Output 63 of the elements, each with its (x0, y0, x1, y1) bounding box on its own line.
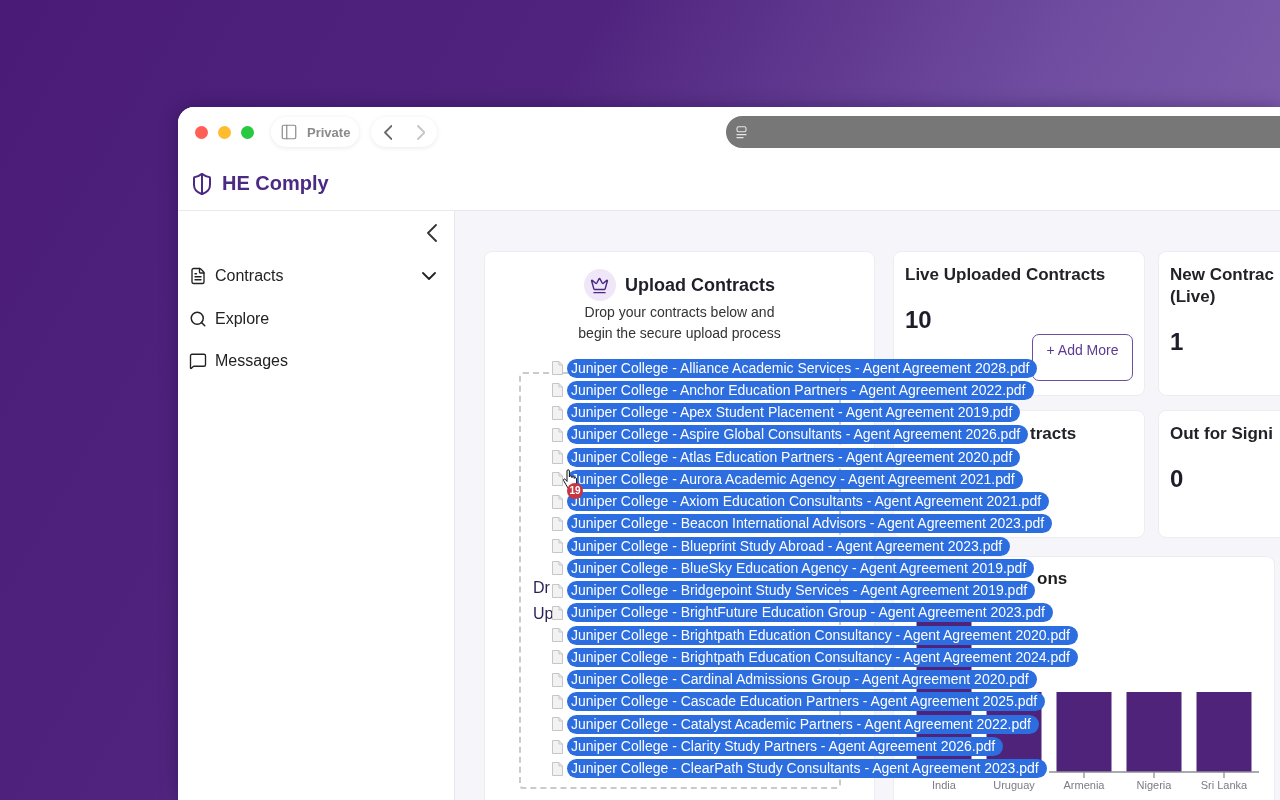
dragged-file-label: Juniper College - Clarity Study Partners - Agent Agreement 2026.pdf (567, 737, 1004, 756)
nav-item[interactable]: Explore (178, 297, 454, 340)
file-icon (552, 383, 563, 398)
file-icon (552, 717, 563, 732)
chevron-right-icon (416, 124, 426, 140)
close-window-button[interactable] (195, 125, 208, 139)
file-icon (552, 695, 563, 709)
collapse-button[interactable] (426, 223, 438, 243)
stat-title: Live Uploaded Contracts (905, 264, 1106, 286)
axis-label: Armenia (1063, 779, 1105, 791)
dragged-file-label: Juniper College - BrightFuture Education Group - Agent Agreement 2023.pdf (567, 603, 1053, 623)
stat-title: tracts (1030, 423, 1077, 445)
maximize-window-button[interactable] (241, 125, 254, 139)
axis-label: India (932, 779, 956, 791)
crown-icon (584, 269, 616, 301)
chevron-left-icon (383, 124, 393, 140)
file-icon (552, 650, 563, 665)
drop-zone-text: Dr (533, 578, 550, 598)
file-icon (552, 561, 563, 576)
minimize-window-button[interactable] (218, 125, 231, 139)
chevron-left-icon (427, 224, 437, 242)
list-icon (735, 125, 749, 139)
dragged-file-label: Juniper College - Aspire Global Consultants - Agent Agreement 2026.pdf (567, 425, 1029, 445)
file-icon (552, 761, 563, 776)
file-icon (552, 516, 563, 531)
stat-title: New Contrac (Live) (1170, 264, 1275, 308)
stat-value: 1 (1170, 328, 1184, 356)
file-icon (552, 628, 563, 643)
card-description: Drop your contracts below and begin the secure upload process (577, 303, 782, 343)
stat-title: Out for Signi (1170, 423, 1273, 445)
file-icon (552, 672, 563, 687)
document-icon (189, 267, 207, 286)
stat-value: 10 (905, 306, 932, 334)
dragged-file-label: Juniper College - ClearPath Study Consultants - Agent Agreement 2023.pdf (567, 759, 1047, 779)
add-more-button[interactable]: + Add More (1032, 334, 1133, 381)
sidebar-icon (280, 123, 298, 141)
dragged-file-label: Juniper College - Cascade Education Partners - Agent Agreement 2025.pdf (567, 692, 1046, 712)
file-icon (552, 472, 563, 487)
app-name: HE Comply (222, 172, 329, 195)
message-icon (189, 352, 207, 371)
dragged-file-label: Juniper College - Apex Student Placement - Agent Agreement 2019.pdf (567, 403, 1021, 423)
stat-value: 0 (1170, 465, 1184, 493)
chart-title: ons (1037, 568, 1068, 590)
dragged-file-label: Juniper College - Beacon International Advisors - Agent Agreement 2023.pdf (567, 514, 1053, 534)
file-icon (552, 605, 563, 620)
axis-label: Nigeria (1136, 779, 1172, 791)
file-icon (552, 583, 563, 598)
axis-label: Uruguay (993, 779, 1035, 791)
file-icon (552, 494, 563, 509)
file-icon (552, 739, 563, 754)
search-icon (189, 309, 207, 328)
shield-icon (190, 171, 214, 196)
dragged-file-label: Juniper College - Bridgepoint Study Services - Agent Agreement 2019.pdf (567, 581, 1036, 601)
file-icon (552, 450, 563, 465)
drop-zone-text: Up (533, 604, 554, 624)
file-icon (552, 405, 563, 420)
file-icon (552, 427, 563, 442)
axis-label: Sri Lanka (1200, 779, 1248, 791)
dragged-file-label: Juniper College - Cardinal Admissions Group - Agent Agreement 2020.pdf (567, 670, 1037, 690)
nav-item[interactable]: Messages (178, 340, 454, 383)
card-title: Upload Contracts (625, 274, 775, 296)
file-icon (552, 539, 563, 554)
nav-item[interactable]: Contracts (178, 255, 454, 298)
